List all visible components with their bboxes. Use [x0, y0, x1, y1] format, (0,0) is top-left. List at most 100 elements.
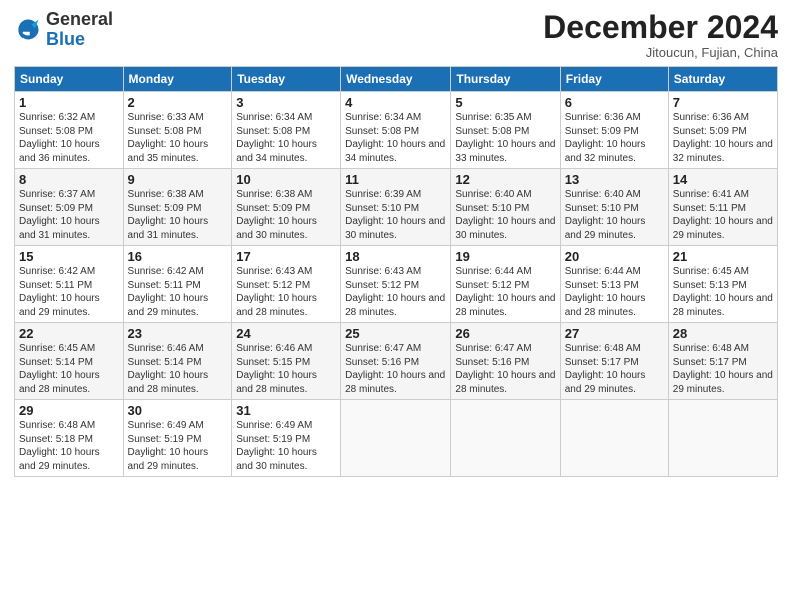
calendar-cell: 30Sunrise: 6:49 AM Sunset: 5:19 PM Dayli… [123, 400, 232, 477]
calendar-cell: 25Sunrise: 6:47 AM Sunset: 5:16 PM Dayli… [341, 323, 451, 400]
logo-general: General [46, 9, 113, 29]
logo-blue: Blue [46, 29, 85, 49]
day-number: 5 [455, 95, 555, 110]
title-block: December 2024 Jitoucun, Fujian, China [543, 10, 778, 60]
day-number: 11 [345, 172, 446, 187]
logo-icon [14, 16, 42, 44]
calendar-cell: 31Sunrise: 6:49 AM Sunset: 5:19 PM Dayli… [232, 400, 341, 477]
logo-text: General Blue [46, 10, 113, 50]
day-number: 30 [128, 403, 228, 418]
day-number: 21 [673, 249, 773, 264]
calendar-week-row: 22Sunrise: 6:45 AM Sunset: 5:14 PM Dayli… [15, 323, 778, 400]
day-number: 1 [19, 95, 119, 110]
day-info: Sunrise: 6:42 AM Sunset: 5:11 PM Dayligh… [128, 265, 228, 319]
day-number: 9 [128, 172, 228, 187]
day-info: Sunrise: 6:41 AM Sunset: 5:11 PM Dayligh… [673, 188, 773, 242]
calendar-cell [341, 400, 451, 477]
day-number: 4 [345, 95, 446, 110]
day-info: Sunrise: 6:47 AM Sunset: 5:16 PM Dayligh… [345, 342, 446, 396]
calendar-cell: 23Sunrise: 6:46 AM Sunset: 5:14 PM Dayli… [123, 323, 232, 400]
calendar-cell [451, 400, 560, 477]
day-number: 31 [236, 403, 336, 418]
weekday-header: Friday [560, 67, 668, 92]
calendar-cell: 8Sunrise: 6:37 AM Sunset: 5:09 PM Daylig… [15, 169, 124, 246]
weekday-header: Wednesday [341, 67, 451, 92]
calendar-cell: 1Sunrise: 6:32 AM Sunset: 5:08 PM Daylig… [15, 92, 124, 169]
day-info: Sunrise: 6:37 AM Sunset: 5:09 PM Dayligh… [19, 188, 119, 242]
calendar-cell: 16Sunrise: 6:42 AM Sunset: 5:11 PM Dayli… [123, 246, 232, 323]
calendar-cell: 10Sunrise: 6:38 AM Sunset: 5:09 PM Dayli… [232, 169, 341, 246]
weekday-header: Thursday [451, 67, 560, 92]
calendar-cell: 15Sunrise: 6:42 AM Sunset: 5:11 PM Dayli… [15, 246, 124, 323]
calendar-week-row: 15Sunrise: 6:42 AM Sunset: 5:11 PM Dayli… [15, 246, 778, 323]
calendar-cell: 20Sunrise: 6:44 AM Sunset: 5:13 PM Dayli… [560, 246, 668, 323]
day-info: Sunrise: 6:38 AM Sunset: 5:09 PM Dayligh… [128, 188, 228, 242]
day-info: Sunrise: 6:49 AM Sunset: 5:19 PM Dayligh… [128, 419, 228, 473]
day-info: Sunrise: 6:32 AM Sunset: 5:08 PM Dayligh… [19, 111, 119, 165]
day-number: 12 [455, 172, 555, 187]
day-number: 23 [128, 326, 228, 341]
day-number: 10 [236, 172, 336, 187]
calendar-cell: 6Sunrise: 6:36 AM Sunset: 5:09 PM Daylig… [560, 92, 668, 169]
day-info: Sunrise: 6:39 AM Sunset: 5:10 PM Dayligh… [345, 188, 446, 242]
day-number: 27 [565, 326, 664, 341]
month-title: December 2024 [543, 10, 778, 45]
calendar-cell: 17Sunrise: 6:43 AM Sunset: 5:12 PM Dayli… [232, 246, 341, 323]
day-info: Sunrise: 6:43 AM Sunset: 5:12 PM Dayligh… [236, 265, 336, 319]
calendar-cell: 5Sunrise: 6:35 AM Sunset: 5:08 PM Daylig… [451, 92, 560, 169]
day-info: Sunrise: 6:44 AM Sunset: 5:13 PM Dayligh… [565, 265, 664, 319]
calendar-table: SundayMondayTuesdayWednesdayThursdayFrid… [14, 66, 778, 477]
day-number: 26 [455, 326, 555, 341]
calendar-cell: 2Sunrise: 6:33 AM Sunset: 5:08 PM Daylig… [123, 92, 232, 169]
calendar-cell: 18Sunrise: 6:43 AM Sunset: 5:12 PM Dayli… [341, 246, 451, 323]
page-container: General Blue December 2024 Jitoucun, Fuj… [0, 0, 792, 485]
day-number: 15 [19, 249, 119, 264]
weekday-header: Sunday [15, 67, 124, 92]
day-number: 16 [128, 249, 228, 264]
calendar-cell: 21Sunrise: 6:45 AM Sunset: 5:13 PM Dayli… [668, 246, 777, 323]
logo: General Blue [14, 10, 113, 50]
weekday-header: Saturday [668, 67, 777, 92]
calendar-cell: 19Sunrise: 6:44 AM Sunset: 5:12 PM Dayli… [451, 246, 560, 323]
day-info: Sunrise: 6:35 AM Sunset: 5:08 PM Dayligh… [455, 111, 555, 165]
day-number: 8 [19, 172, 119, 187]
day-number: 14 [673, 172, 773, 187]
day-number: 3 [236, 95, 336, 110]
calendar-week-row: 1Sunrise: 6:32 AM Sunset: 5:08 PM Daylig… [15, 92, 778, 169]
day-info: Sunrise: 6:45 AM Sunset: 5:14 PM Dayligh… [19, 342, 119, 396]
day-number: 24 [236, 326, 336, 341]
day-info: Sunrise: 6:49 AM Sunset: 5:19 PM Dayligh… [236, 419, 336, 473]
calendar-week-row: 8Sunrise: 6:37 AM Sunset: 5:09 PM Daylig… [15, 169, 778, 246]
day-number: 18 [345, 249, 446, 264]
calendar-cell: 7Sunrise: 6:36 AM Sunset: 5:09 PM Daylig… [668, 92, 777, 169]
day-number: 29 [19, 403, 119, 418]
day-info: Sunrise: 6:36 AM Sunset: 5:09 PM Dayligh… [565, 111, 664, 165]
calendar-cell [668, 400, 777, 477]
day-number: 2 [128, 95, 228, 110]
day-number: 7 [673, 95, 773, 110]
calendar-cell: 27Sunrise: 6:48 AM Sunset: 5:17 PM Dayli… [560, 323, 668, 400]
calendar-cell: 9Sunrise: 6:38 AM Sunset: 5:09 PM Daylig… [123, 169, 232, 246]
day-number: 20 [565, 249, 664, 264]
day-info: Sunrise: 6:38 AM Sunset: 5:09 PM Dayligh… [236, 188, 336, 242]
calendar-cell: 28Sunrise: 6:48 AM Sunset: 5:17 PM Dayli… [668, 323, 777, 400]
calendar-cell [560, 400, 668, 477]
day-number: 17 [236, 249, 336, 264]
weekday-header: Monday [123, 67, 232, 92]
day-info: Sunrise: 6:34 AM Sunset: 5:08 PM Dayligh… [345, 111, 446, 165]
day-info: Sunrise: 6:48 AM Sunset: 5:18 PM Dayligh… [19, 419, 119, 473]
calendar-cell: 3Sunrise: 6:34 AM Sunset: 5:08 PM Daylig… [232, 92, 341, 169]
day-info: Sunrise: 6:42 AM Sunset: 5:11 PM Dayligh… [19, 265, 119, 319]
day-info: Sunrise: 6:46 AM Sunset: 5:14 PM Dayligh… [128, 342, 228, 396]
calendar-cell: 12Sunrise: 6:40 AM Sunset: 5:10 PM Dayli… [451, 169, 560, 246]
calendar-week-row: 29Sunrise: 6:48 AM Sunset: 5:18 PM Dayli… [15, 400, 778, 477]
day-number: 22 [19, 326, 119, 341]
weekday-header-row: SundayMondayTuesdayWednesdayThursdayFrid… [15, 67, 778, 92]
day-info: Sunrise: 6:40 AM Sunset: 5:10 PM Dayligh… [565, 188, 664, 242]
day-info: Sunrise: 6:36 AM Sunset: 5:09 PM Dayligh… [673, 111, 773, 165]
location-subtitle: Jitoucun, Fujian, China [543, 45, 778, 60]
header: General Blue December 2024 Jitoucun, Fuj… [14, 10, 778, 60]
calendar-cell: 4Sunrise: 6:34 AM Sunset: 5:08 PM Daylig… [341, 92, 451, 169]
calendar-cell: 24Sunrise: 6:46 AM Sunset: 5:15 PM Dayli… [232, 323, 341, 400]
day-number: 13 [565, 172, 664, 187]
